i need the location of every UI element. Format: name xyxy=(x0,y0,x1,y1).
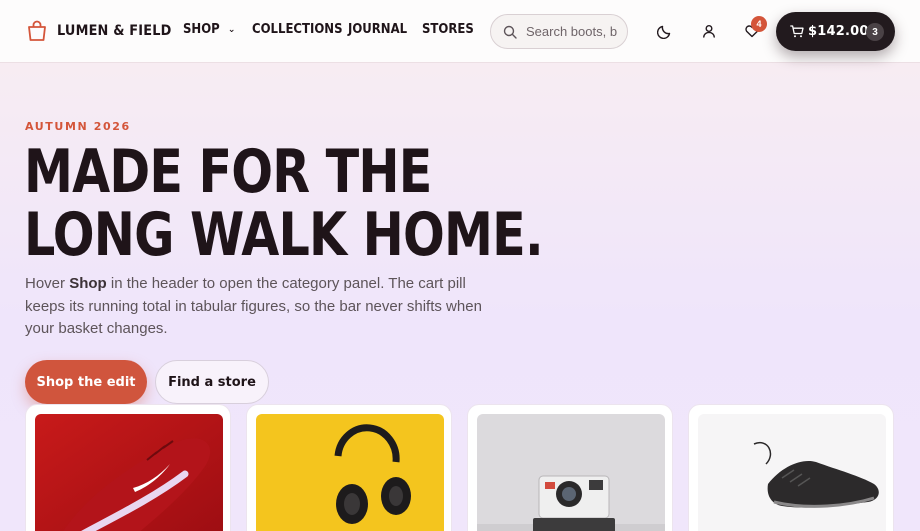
chevron-down-icon: ⌄ xyxy=(227,24,236,35)
product-image-instant-camera xyxy=(477,414,665,531)
brand-name: LUMEN & FIELD xyxy=(57,23,172,39)
product-image-sneaker-red xyxy=(35,414,223,531)
hero-description-shop: Shop xyxy=(69,275,107,292)
nav-journal[interactable]: JOURNAL xyxy=(348,22,414,37)
nav-shop-label: SHOP xyxy=(183,22,220,37)
nav-stores-label: STORES xyxy=(422,22,474,37)
cart-count-badge: 3 xyxy=(866,23,884,41)
hero-title: MADE FOR THE LONG WALK HOME. xyxy=(24,137,544,270)
search-box[interactable] xyxy=(490,14,628,49)
shopping-bag-icon xyxy=(28,20,46,41)
user-icon xyxy=(703,25,715,38)
product-image-headphones xyxy=(256,414,444,531)
site-header: LUMEN & FIELD SHOP ⌄ COLLECTIONS JOURNAL… xyxy=(0,0,920,63)
hero-description-intro: Hover xyxy=(25,275,70,292)
product-image-sneaker-black xyxy=(698,414,886,531)
hero-description: Hover Shop in the header to open the cat… xyxy=(25,273,485,341)
hero-title-line-1: MADE FOR THE xyxy=(24,137,432,207)
hero-title-line-2: LONG WALK HOME. xyxy=(24,200,544,270)
nav-journal-label: JOURNAL xyxy=(348,22,408,37)
cart-button[interactable]: $142.00 3 xyxy=(776,12,895,51)
product-card[interactable] xyxy=(25,404,231,531)
wishlist-count-badge: 4 xyxy=(751,16,767,32)
nav-shop[interactable]: SHOP ⌄ xyxy=(183,22,235,37)
cart-total: $142.00 xyxy=(808,24,869,39)
moon-icon xyxy=(657,25,671,39)
hero-eyebrow: AUTUMN 2026 xyxy=(25,120,131,133)
search-input[interactable] xyxy=(526,24,626,39)
search-icon xyxy=(503,25,517,39)
nav-stores[interactable]: STORES xyxy=(422,22,480,37)
account-button[interactable] xyxy=(700,22,718,40)
nav-collections[interactable]: COLLECTIONS xyxy=(252,22,353,37)
find-a-store-button[interactable]: Find a store xyxy=(155,360,269,404)
nav-collections-label: COLLECTIONS xyxy=(252,22,343,37)
product-card[interactable] xyxy=(467,404,673,531)
product-card[interactable] xyxy=(246,404,452,531)
cart-icon xyxy=(790,25,804,38)
brand-logo[interactable]: LUMEN & FIELD xyxy=(26,19,181,43)
theme-toggle-button[interactable] xyxy=(656,22,674,40)
shop-the-edit-button[interactable]: Shop the edit xyxy=(25,360,147,404)
product-card[interactable] xyxy=(688,404,894,531)
